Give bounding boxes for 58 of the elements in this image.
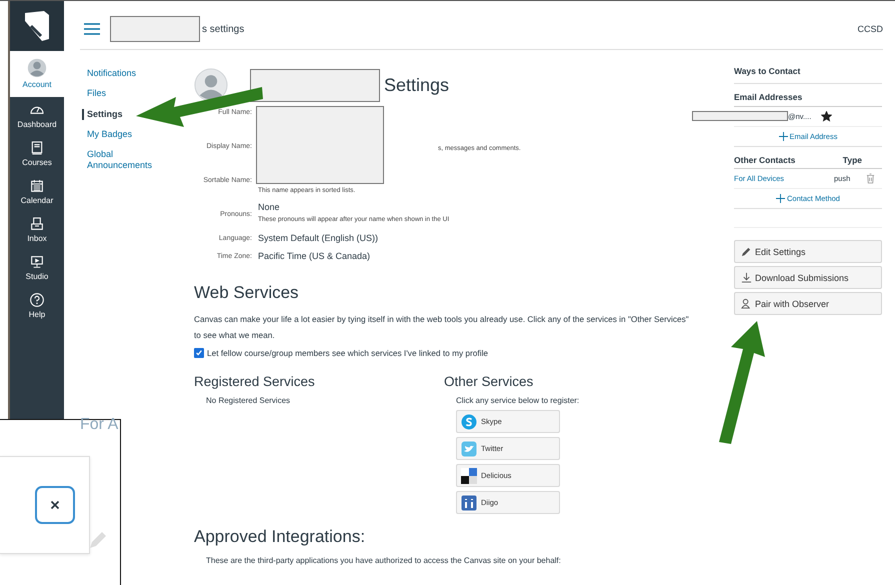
close-button[interactable] [35,486,75,524]
star-icon[interactable] [821,111,832,122]
logo-tile[interactable] [10,1,64,51]
faded-text: For A [80,416,118,434]
monitor-icon [29,254,45,270]
nav-item[interactable]: Calendar [10,173,64,211]
close-icon [50,500,60,510]
empty-message: No Registered Services [205,396,290,405]
calendar-icon [29,178,45,194]
download-icon [741,272,752,283]
section-heading: Other Services [444,374,534,389]
nav-item[interactable]: Account [10,51,64,97]
action-button[interactable]: Pair with Observer [734,292,882,315]
checkbox[interactable] [194,348,204,358]
action-button[interactable]: Edit Settings [734,240,882,263]
trash-icon[interactable] [866,173,875,184]
nav-item[interactable]: Studio [10,249,64,287]
pencil-icon [741,246,752,257]
column-header: Other Contacts [734,155,796,165]
prompt-text: Click any service below to register: [455,396,580,405]
avatar-icon [27,58,47,78]
squares-icon [461,468,477,484]
help-icon [29,292,45,308]
description-text: Canvas can make your life a lot easier by tying itself in with the web tools you already use. Click any of the services in "Other Services" to see what we mean. [194,313,690,342]
plus-icon [776,194,786,203]
column-header: Type [842,155,862,165]
nav-item[interactable]: Courses [10,135,64,173]
section-heading: Registered Services [194,374,315,389]
settings-heading: Settings [384,74,450,96]
book-icon [29,140,45,156]
page-title: s settings [202,24,244,34]
action-button[interactable]: Download Submissions [734,266,882,289]
nav-item[interactable]: Help [10,287,64,325]
section-heading: Web Services [194,283,300,303]
checkbox-label: Let fellow course/group members see which services I've linked to my profile [207,348,488,358]
subnav-link[interactable]: Notifications [82,68,136,80]
plus-icon [778,132,788,141]
subnav-link[interactable]: Files [82,88,106,100]
field-value: None [258,202,281,212]
subnav-link[interactable]: Settings [82,108,123,120]
diigo-icon [461,494,477,510]
section-heading: Approved Integrations: [194,527,366,547]
people-icon [741,298,752,309]
description-text: These are the third-party applications you have authorized to access the Canvas site on your behalf: [205,556,562,565]
nav-item[interactable]: Dashboard [10,97,64,135]
inbox-icon [29,216,45,232]
subnav-link[interactable]: My Badges [82,128,132,140]
skype-icon [461,414,477,430]
panel-heading: Email Addresses [734,84,882,107]
field-value: Pacific Time (US & Canada) [258,251,370,261]
panel-heading: Ways to Contact [734,64,882,84]
menu-icon[interactable] [84,23,100,35]
field-value: System Default (English (US)) [258,233,378,243]
nav-item[interactable]: Inbox [10,211,64,249]
org-name: CCSD [857,24,883,34]
bird-icon [461,440,477,456]
subnav-link[interactable]: Global Announcements [82,149,167,172]
logo-icon [22,9,52,43]
